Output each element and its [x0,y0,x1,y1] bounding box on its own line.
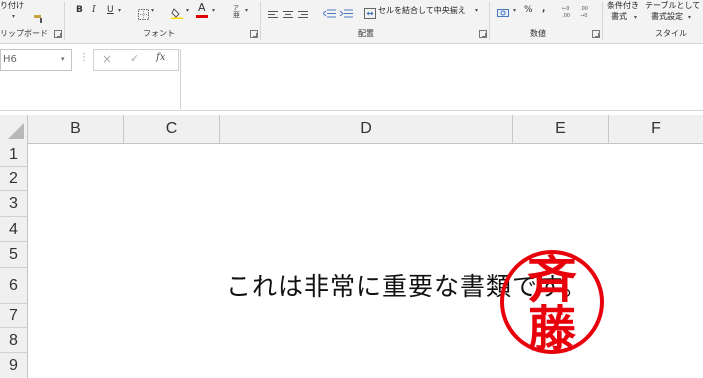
insert-function-icon[interactable]: fx [156,52,165,63]
borders-icon[interactable] [138,5,149,20]
styles-group-label: スタイル [655,29,687,38]
column-header-f[interactable]: F [609,115,703,143]
name-box[interactable]: H6 ▾ [0,49,72,71]
ribbon-separator [602,2,603,40]
formula-bar-grip-icon[interactable]: ⋮ [79,52,89,64]
merge-center-button[interactable]: セルを結合して中央揃え [378,6,466,16]
row-header-column: 1 2 3 4 5 6 7 8 9 [0,143,28,378]
select-all-button[interactable] [0,115,28,143]
decrease-decimal-icon[interactable]: .00 →0 [580,3,594,19]
underline-button[interactable]: U [107,4,114,16]
accounting-format-icon[interactable] [497,4,509,17]
row-header-5[interactable]: 5 [0,242,27,268]
font-color-dropdown-icon[interactable]: ▾ [212,7,215,15]
clipboard-group-label: リップボード [0,29,48,38]
row-header-7[interactable]: 7 [0,304,27,328]
name-box-dropdown-icon[interactable]: ▾ [61,55,65,63]
phonetic-dropdown-icon[interactable]: ▾ [245,7,248,15]
borders-dropdown-icon[interactable]: ▾ [151,7,154,15]
alignment-dialog-launcher-icon[interactable] [479,30,487,38]
font-color-button[interactable]: A [198,2,206,14]
svg-text:亜: 亜 [233,11,240,18]
horizontal-align-icons[interactable] [268,5,310,18]
hanko-seal: 斉 藤 [499,238,605,374]
format-painter-icon[interactable] [33,9,45,23]
accounting-dropdown-icon[interactable]: ▾ [513,7,516,15]
font-dialog-launcher-icon[interactable] [250,30,258,38]
svg-text:.00: .00 [580,6,588,12]
paste-button[interactable]: り付け [0,1,24,11]
bold-button[interactable]: B [76,4,83,16]
indent-icons[interactable] [322,4,355,18]
merge-center-icon[interactable] [364,4,376,19]
comma-button[interactable]: , [542,3,545,15]
conditional-format-dropdown-icon[interactable]: ▾ [634,14,637,22]
fill-color-dropdown-icon[interactable]: ▾ [186,7,189,15]
column-header-c[interactable]: C [124,115,220,143]
format-as-table-button-line2[interactable]: 書式設定 [651,12,683,22]
ribbon: り付け ▾ リップボード B I U ▾ ▾ ▾ A ▾ ア亜 ▾ フォント セ… [0,0,703,44]
svg-text:→0: →0 [580,13,587,18]
name-box-value: H6 [3,54,17,65]
conditional-format-button-line1[interactable]: 条件付き [607,1,639,11]
conditional-format-button-line2[interactable]: 書式 [611,12,627,22]
seal-char-2: 藤 [528,301,577,357]
number-dialog-launcher-icon[interactable] [592,30,600,38]
svg-text:←0: ←0 [562,6,569,12]
formula-buttons: × ✓ fx [93,49,179,71]
svg-text:.00: .00 [562,13,570,18]
format-as-table-dropdown-icon[interactable]: ▾ [688,14,691,22]
italic-button[interactable]: I [92,4,96,16]
merge-center-dropdown-icon[interactable]: ▾ [475,7,478,15]
column-header-b[interactable]: B [28,115,124,143]
row-header-2[interactable]: 2 [0,167,27,191]
percent-button[interactable]: % [524,4,533,16]
confirm-edit-icon[interactable]: ✓ [130,52,139,65]
row-header-1[interactable]: 1 [0,143,27,167]
font-color-bar [196,15,208,18]
number-group-label: 数値 [530,29,546,38]
fill-color-icon[interactable] [171,4,183,19]
column-header-e[interactable]: E [513,115,609,143]
alignment-group-label: 配置 [358,29,374,38]
format-as-table-button-line1[interactable]: テーブルとして [645,1,700,11]
row-header-9[interactable]: 9 [0,353,27,378]
increase-decimal-icon[interactable]: ←0.00 [562,3,576,19]
row-header-3[interactable]: 3 [0,191,27,217]
column-header-d[interactable]: D [220,115,513,143]
row-header-8[interactable]: 8 [0,328,27,353]
clipboard-dialog-launcher-icon[interactable] [54,30,62,38]
cancel-edit-icon[interactable]: × [102,52,112,66]
phonetic-guide-icon[interactable]: ア亜 [232,3,242,19]
formula-input[interactable] [180,49,703,109]
row-header-6[interactable]: 6 [0,268,27,304]
column-header-row: B C D E F [0,115,703,144]
font-group-label: フォント [143,29,175,38]
paste-dropdown-icon[interactable]: ▾ [12,13,15,21]
ribbon-separator [260,2,261,40]
ribbon-separator [64,2,65,40]
ribbon-separator [489,2,490,40]
underline-dropdown-icon[interactable]: ▾ [118,7,121,15]
row-header-4[interactable]: 4 [0,217,27,242]
